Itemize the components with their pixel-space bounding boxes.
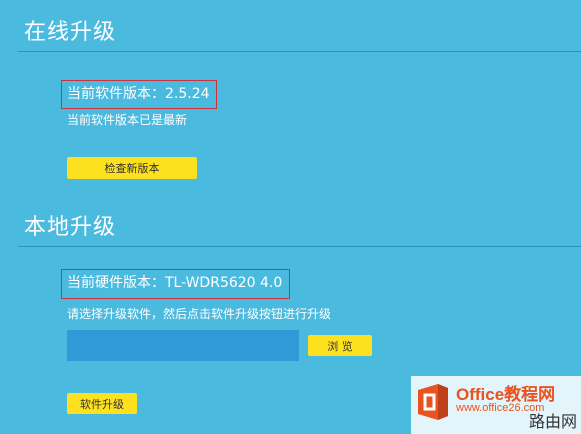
check-new-version-button[interactable]: 检查新版本 — [67, 157, 197, 179]
current-software-version: 当前软件版本：2.5.24 — [61, 80, 217, 109]
local-upgrade-title: 本地升级 — [24, 215, 117, 240]
software-upgrade-button[interactable]: 软件升级 — [67, 393, 137, 414]
online-upgrade-title: 在线升级 — [24, 20, 117, 45]
software-status-text: 当前软件版本已是最新 — [67, 113, 188, 127]
current-hardware-version: 当前硬件版本：TL-WDR5620 4.0 — [61, 269, 290, 299]
local-divider — [18, 246, 581, 247]
browse-button[interactable]: 浏 览 — [308, 335, 372, 356]
watermark: Office教程网 www.office26.com 路由网 — [411, 376, 581, 434]
watermark-sub: 路由网 — [528, 412, 577, 431]
upgrade-file-input[interactable] — [67, 330, 299, 361]
office-logo-icon — [418, 384, 448, 420]
upgrade-instruction-text: 请选择升级软件，然后点击软件升级按钮进行升级 — [67, 307, 332, 321]
online-divider — [18, 51, 581, 52]
